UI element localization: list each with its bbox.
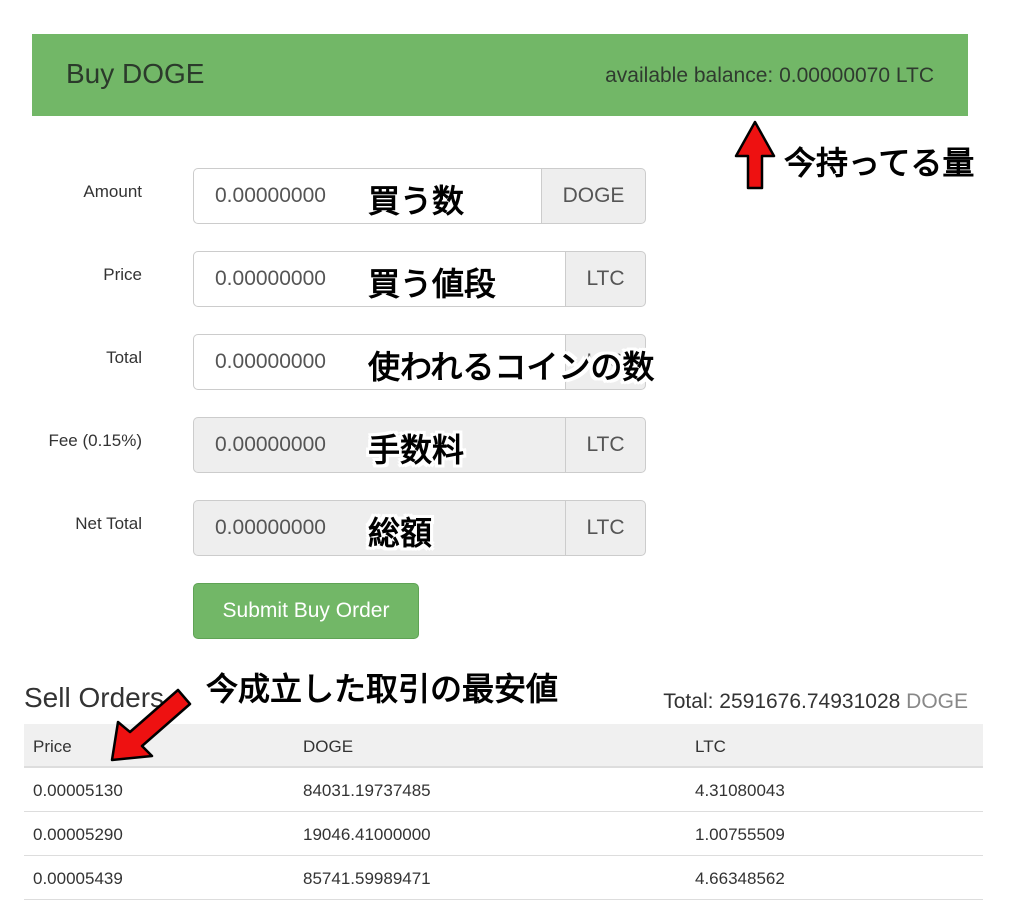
fee-unit: LTC [565,417,646,473]
table-row[interactable]: 0.00005439 85741.59989471 4.66348562 [24,856,983,900]
arrow-down-left-icon [110,688,192,762]
available-balance: available balance: 0.00000070 LTC [605,64,934,88]
price-unit: LTC [565,251,646,307]
table-row[interactable]: 0.00005130 84031.19737485 4.31080043 [24,768,983,812]
annotation-total: 使われるコインの数 [368,348,655,386]
sell-total-label: Total: [663,690,720,713]
ltc-cell: 1.00755509 [695,825,785,844]
table-row[interactable]: 0.00005290 19046.41000000 1.00755509 [24,812,983,856]
arrow-up-icon [734,120,776,190]
annotation-lowest-price: 今成立した取引の最安値 [206,670,559,708]
net-total-unit: LTC [565,500,646,556]
doge-cell: 84031.19737485 [303,781,431,800]
balance-unit: LTC [890,64,934,87]
doge-cell: 19046.41000000 [303,825,431,844]
ltc-cell: 4.31080043 [695,781,785,800]
doge-cell: 85741.59989471 [303,869,431,888]
balance-value: 0.00000070 [779,64,891,87]
fee-label: Fee (0.15%) [48,431,142,450]
submit-buy-order-button[interactable]: Submit Buy Order [193,583,419,639]
price-cell: 0.00005439 [33,869,123,888]
net-total-row: Net Total 0.00000000 LTC [0,500,660,558]
annotation-fee: 手数料 [368,431,465,469]
amount-label: Amount [83,182,142,201]
price-cell: 0.00005130 [33,781,123,800]
balance-label: available balance: [605,64,780,87]
price-row: Price 0.00000000 LTC [0,251,660,309]
price-cell: 0.00005290 [33,825,123,844]
column-header-ltc: LTC [695,737,726,756]
price-label: Price [103,265,142,284]
net-total-label: Net Total [75,514,142,533]
amount-input[interactable]: 0.00000000 [193,168,541,224]
annotation-net-total: 総額 [368,514,433,552]
fee-row: Fee (0.15%) 0.00000000 LTC [0,417,660,475]
page-title: Buy DOGE [66,58,205,89]
sell-orders-total: Total: 2591676.74931028 DOGE [663,690,968,714]
column-header-price: Price [33,737,72,756]
total-label: Total [106,348,142,367]
amount-unit: DOGE [541,168,646,224]
sell-total-unit: DOGE [900,690,968,713]
ltc-cell: 4.66348562 [695,869,785,888]
buy-header: Buy DOGE available balance: 0.00000070 L… [32,34,968,116]
annotation-amount: 買う数 [368,182,465,220]
annotation-price: 買う値段 [368,265,497,303]
sell-total-value: 2591676.74931028 [719,690,901,713]
column-header-doge: DOGE [303,737,354,756]
annotation-balance: 今持ってる量 [784,144,975,182]
amount-row: Amount 0.00000000 DOGE [0,168,660,226]
